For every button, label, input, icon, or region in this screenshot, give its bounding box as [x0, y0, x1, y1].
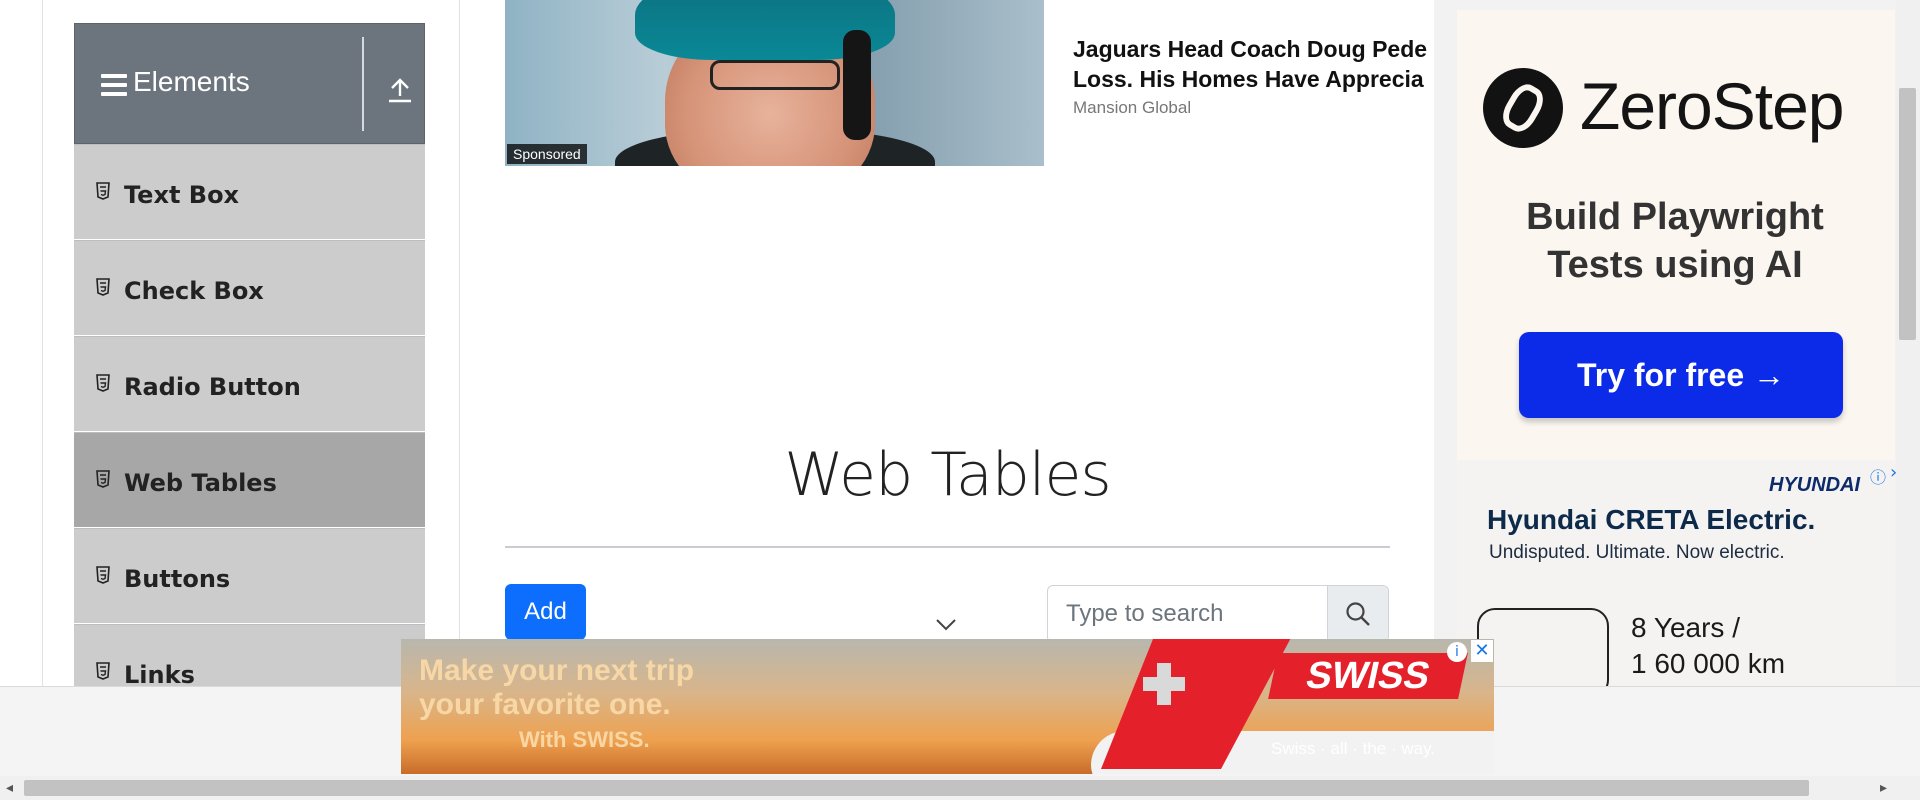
stat-line: 8 Years /: [1631, 612, 1740, 643]
sidebar-item-check-box[interactable]: Check Box: [74, 240, 425, 336]
add-button[interactable]: Add: [505, 584, 586, 640]
sidebar-item-text-box[interactable]: Text Box: [74, 144, 425, 240]
swiss-logo: SWISS: [1268, 653, 1468, 699]
swiss-cross-icon: [1141, 661, 1187, 707]
search-box: [1047, 585, 1389, 643]
tagline-line: Tests using AI: [1547, 244, 1803, 286]
elements-group-header[interactable]: Elements: [74, 23, 425, 144]
sidebar-item-label: Radio Button: [124, 373, 301, 401]
zerostep-logo-icon: [1483, 68, 1563, 148]
sponsored-tag: Sponsored: [507, 144, 587, 164]
content-divider: [459, 0, 460, 686]
headline-line: your favorite one.: [419, 688, 671, 721]
search-icon: [1346, 602, 1370, 626]
try-for-free-button[interactable]: Try for free →: [1519, 332, 1843, 418]
sponsored-ad[interactable]: Sponsored Jaguars Head Coach Doug Pede L…: [505, 0, 1445, 166]
zerostep-ad[interactable]: ZeroStep Build Playwright Tests using AI…: [1457, 10, 1895, 460]
page: Elements Text Box Check Box Radio Button…: [0, 0, 1920, 686]
sidebar-item-label: Text Box: [124, 181, 240, 209]
ad-close-icon[interactable]: ✕: [1471, 640, 1493, 662]
headline-line: Loss. His Homes Have Apprecia: [1073, 66, 1424, 92]
hamburger-icon: [101, 74, 127, 96]
headline-line: Jaguars Head Coach Doug Pede: [1073, 36, 1428, 62]
header-divider: [362, 37, 364, 131]
headline-line: Make your next trip: [419, 654, 695, 687]
sidebar: Elements Text Box Check Box Radio Button…: [74, 23, 425, 686]
hyundai-subtitle: Undisputed. Ultimate. Now electric.: [1489, 542, 1785, 563]
hyundai-brand: HYUNDAI: [1769, 474, 1861, 496]
stat-line: 1 60 000 km: [1631, 648, 1786, 679]
swiss-headline: Make your next trip your favorite one.: [419, 654, 694, 722]
sidebar-item-label: Check Box: [124, 277, 264, 305]
html5-icon: [96, 278, 110, 296]
chevron-down-icon[interactable]: [935, 618, 957, 632]
scroll-right-icon[interactable]: ▸: [1880, 780, 1887, 796]
vertical-scrollbar-thumb[interactable]: [1899, 88, 1916, 340]
zerostep-brand: ZeroStep: [1580, 69, 1844, 143]
sponsored-photo[interactable]: Sponsored: [505, 0, 1044, 166]
page-title: Web Tables: [784, 440, 1111, 510]
sponsored-source: Mansion Global: [1073, 98, 1192, 117]
collapse-up-icon[interactable]: [387, 76, 413, 104]
sidebar-item-links[interactable]: Links: [74, 624, 425, 686]
swiss-slogan: Swiss · all · the · way.: [1271, 739, 1436, 758]
tagline-line: Build Playwright: [1526, 196, 1824, 238]
sidebar-item-label: Buttons: [124, 565, 231, 593]
html5-icon: [96, 662, 110, 680]
sidebar-item-web-tables[interactable]: Web Tables: [74, 432, 425, 528]
swiss-with: With SWISS.: [519, 727, 650, 752]
car-warranty-icon: [1477, 608, 1609, 686]
title-divider: [505, 546, 1390, 548]
html5-icon: [96, 566, 110, 584]
ad-info-icon[interactable]: i: [1447, 642, 1467, 662]
html5-icon: [96, 470, 110, 488]
sidebar-item-radio-button[interactable]: Radio Button: [74, 336, 425, 432]
search-button[interactable]: [1327, 586, 1388, 642]
horizontal-scrollbar[interactable]: ◂ ▸: [0, 776, 1920, 800]
hyundai-title: Hyundai CRETA Electric.: [1487, 504, 1816, 535]
html5-icon: [96, 374, 110, 392]
group-title: Elements: [133, 66, 250, 97]
sponsored-headline[interactable]: Jaguars Head Coach Doug Pede Loss. His H…: [1073, 34, 1445, 94]
horizontal-scrollbar-thumb[interactable]: [24, 780, 1809, 796]
search-input[interactable]: [1048, 586, 1328, 642]
zerostep-tagline: Build Playwright Tests using AI: [1487, 193, 1863, 289]
sidebar-item-buttons[interactable]: Buttons: [74, 528, 425, 624]
hyundai-warranty: 8 Years / 1 60 000 km: [1631, 610, 1785, 682]
html5-icon: [96, 182, 110, 200]
sidebar-item-label: Links: [124, 661, 195, 686]
hyundai-ad[interactable]: ⓘ › HYUNDAI Hyundai CRETA Electric. Undi…: [1457, 460, 1897, 686]
left-divider: [42, 0, 43, 686]
swiss-banner-ad[interactable]: Make your next trip your favorite one. W…: [401, 639, 1494, 774]
sidebar-item-label: Web Tables: [124, 469, 277, 497]
ad-info-icon[interactable]: ⓘ: [1870, 464, 1886, 488]
scroll-left-icon[interactable]: ◂: [6, 780, 13, 796]
